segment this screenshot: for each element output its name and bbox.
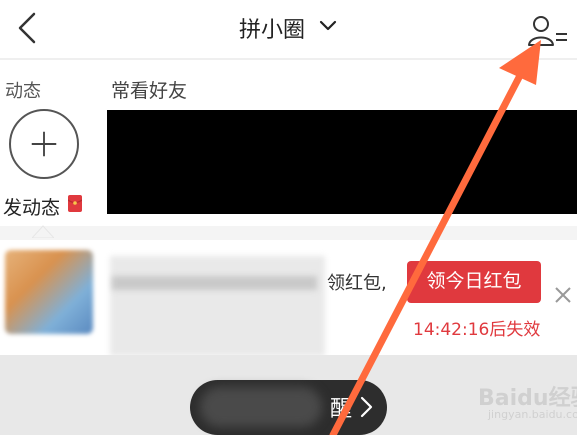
user-list-icon[interactable] (527, 14, 571, 48)
post-label[interactable]: 发动态 (3, 193, 60, 220)
card-snippet: 领红包, (327, 273, 387, 294)
red-envelope-icon (68, 195, 82, 212)
section-label-frequent-friends: 常看好友 (111, 80, 188, 102)
section-separator (0, 226, 577, 240)
back-arrow-icon[interactable] (8, 8, 48, 48)
close-icon[interactable] (551, 283, 575, 307)
plus-icon (31, 131, 57, 157)
blurred-pill-content (200, 387, 322, 427)
add-post-button[interactable] (9, 109, 79, 179)
chevron-right-icon (360, 396, 373, 418)
chevron-down-icon[interactable] (317, 14, 339, 36)
blurred-line (112, 276, 317, 290)
watermark-url: jingyan.baidu.com (488, 408, 577, 421)
header-divider (0, 58, 577, 60)
claim-red-packet-button[interactable]: 领今日红包 (407, 261, 541, 303)
blurred-message (110, 256, 325, 356)
redacted-friends-list (107, 110, 577, 214)
expire-countdown: 14:42:16后失效 (413, 320, 541, 340)
section-label-feed: 动态 (5, 81, 41, 102)
card-thumbnail (5, 250, 93, 334)
pointer-notch (32, 225, 54, 238)
page-title[interactable]: 拼小圈 (239, 12, 305, 44)
pill-text: 醒 (330, 397, 353, 422)
